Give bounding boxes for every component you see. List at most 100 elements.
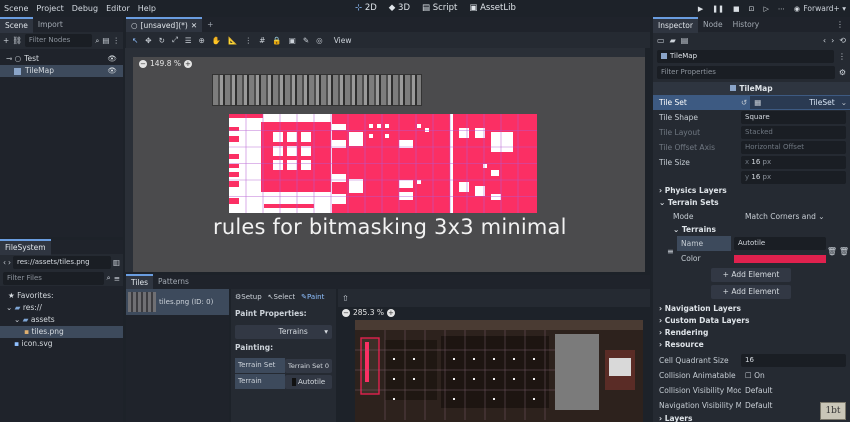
tab-node[interactable]: Node (698, 18, 728, 32)
filter-nodes-input[interactable]: Filter Nodes (24, 34, 93, 47)
view-menu[interactable]: View (334, 36, 352, 45)
path-field[interactable]: res://assets/tiles.png (13, 255, 111, 269)
open-folder-icon[interactable]: ▰ (670, 36, 676, 45)
tile-atlas-view[interactable] (355, 320, 643, 422)
terrain-mode-select[interactable]: Match Corners and ⌄ (741, 209, 850, 224)
object-path-field[interactable]: TileMap (657, 49, 834, 63)
scale-tool-icon[interactable]: ⤢ (172, 35, 178, 45)
file-tiles-png[interactable]: ▪ tiles.png (0, 326, 123, 338)
new-resource-icon[interactable]: ▭ (657, 36, 665, 45)
filter-properties-input[interactable]: Filter Properties (657, 65, 835, 79)
delete-icon[interactable]: 🗑 (838, 247, 850, 256)
link-icon[interactable]: ⛓ (12, 36, 22, 45)
tab-history[interactable]: History (728, 18, 765, 32)
script-icon[interactable]: ▤ (102, 36, 109, 45)
cell-quadrant-field[interactable]: 16 (741, 354, 846, 367)
stop-icon[interactable]: ■ (733, 5, 740, 13)
visibility-eye-icon[interactable]: 👁 (107, 53, 117, 65)
visibility-eye-icon[interactable]: 👁 (107, 65, 117, 77)
tab-filesystem[interactable]: FileSystem (0, 239, 51, 255)
select-tool-icon[interactable]: ↖ (132, 36, 138, 45)
zoom-out-icon[interactable]: − (139, 59, 147, 68)
section-terrain-sets[interactable]: ⌄ Terrain Sets (653, 197, 850, 209)
tab-inspector[interactable]: Inspector (653, 16, 698, 33)
history-list-icon[interactable]: ⟲ (839, 36, 846, 45)
snap-icon[interactable]: ⋮ (245, 36, 253, 45)
mode-assetlib-button[interactable]: ▣ AssetLib (469, 0, 515, 17)
section-terrains[interactable]: ⌄ Terrains (653, 224, 850, 236)
lock-icon[interactable]: 🔒 (272, 36, 281, 45)
settings-icon[interactable]: ⚙ (839, 68, 846, 77)
sort-icon[interactable]: ≡ (114, 274, 120, 283)
atlas-zoom-level[interactable]: 285.3 % (353, 308, 384, 317)
camera-icon[interactable]: ◎ (316, 36, 323, 45)
section-physics-layers[interactable]: › Physics Layers (653, 185, 850, 197)
forward-icon[interactable]: › (8, 258, 11, 267)
search-icon[interactable]: ⌕ (107, 273, 111, 283)
history-forward-icon[interactable]: › (831, 36, 834, 45)
terrain-set-select[interactable]: Terrain Set 0 (285, 358, 332, 373)
section-rendering[interactable]: › Rendering (653, 327, 850, 339)
grid-snap-icon[interactable]: # (259, 36, 265, 45)
tree-item-test[interactable]: ⊸ ○ Test 👁 (0, 53, 123, 65)
zoom-level[interactable]: 149.8 % (150, 59, 181, 68)
more-icon[interactable]: ⋮ (836, 20, 844, 29)
terrain-select[interactable]: Autotile (285, 374, 332, 389)
menu-help[interactable]: Help (134, 0, 160, 17)
paint-tool[interactable]: ✎Paint (301, 293, 324, 301)
movie-icon[interactable]: ◉ (794, 5, 800, 13)
drag-handle-icon[interactable]: ≡ (667, 247, 677, 256)
tab-unsaved-scene[interactable]: ○ [unsaved](*) ✕ (126, 16, 203, 33)
terrain-name-field[interactable]: Autotile (734, 237, 826, 250)
zoom-in-icon[interactable]: + (183, 59, 192, 68)
bone-icon[interactable]: ✎ (303, 36, 309, 45)
tile-offset-select[interactable]: Horizontal Offset (741, 141, 846, 154)
ruler-tool-icon[interactable]: 📐 (228, 36, 237, 45)
terrain-color-swatch[interactable] (734, 254, 826, 263)
move-tool-icon[interactable]: ✥ (145, 36, 151, 45)
renderer-select[interactable]: Forward+ ▾ (803, 0, 846, 17)
paint-mode-select[interactable]: Terrains ▾ (235, 325, 332, 339)
history-back-icon[interactable]: ‹ (823, 36, 826, 45)
delete-icon[interactable]: 🗑 (826, 247, 838, 256)
zoom-in-icon[interactable]: + (386, 308, 395, 317)
tile-size-y-field[interactable]: y 16 px (741, 171, 846, 184)
tab-scene[interactable]: Scene (0, 16, 33, 33)
more-icon[interactable]: ⋮ (113, 36, 121, 45)
tab-tiles[interactable]: Tiles (126, 274, 154, 290)
object-menu-icon[interactable]: ⋮ (838, 52, 846, 61)
source-item[interactable]: tiles.png (ID: 0) (126, 289, 229, 315)
collision-visibility-select[interactable]: Default (741, 383, 850, 398)
add-tab-button[interactable]: + (202, 18, 218, 32)
remote-debug-icon[interactable]: ⊡ (749, 5, 755, 13)
menu-editor[interactable]: Editor (102, 0, 134, 17)
menu-debug[interactable]: Debug (68, 0, 102, 17)
section-custom-data-layers[interactable]: › Custom Data Layers (653, 315, 850, 327)
add-node-icon[interactable]: + (3, 36, 9, 45)
revert-icon[interactable]: ↺ (741, 95, 747, 110)
tile-layout-select[interactable]: Stacked (741, 126, 846, 139)
mode-script-button[interactable]: ▤ Script (422, 0, 457, 17)
menu-scene[interactable]: Scene (0, 0, 32, 17)
file-icon-svg[interactable]: ▪ icon.svg (0, 338, 123, 350)
select-tool[interactable]: ↖Select (268, 293, 295, 301)
mode-2d-button[interactable]: ⊹ 2D (355, 0, 377, 17)
group-icon[interactable]: ▣ (289, 36, 296, 45)
pan-tool-icon[interactable]: ✋ (212, 36, 221, 45)
filter-files-input[interactable]: Filter Files (3, 271, 104, 285)
tile-size-x-field[interactable]: x 16 px (741, 156, 846, 169)
play-custom-icon[interactable]: ⋯ (778, 5, 785, 13)
tileset-resource-field[interactable]: ▦ TileSet ⌄ (750, 96, 850, 109)
split-view-icon[interactable]: ▥ (113, 258, 120, 267)
pause-icon[interactable]: ❚❚ (712, 5, 724, 13)
tab-patterns[interactable]: Patterns (153, 275, 194, 289)
search-icon[interactable]: ⌕ (95, 36, 99, 46)
favorites-item[interactable]: ★ Favorites: (0, 290, 123, 302)
setup-tool[interactable]: ⚙Setup (235, 293, 262, 301)
collision-animatable-checkbox[interactable]: ☐ On (741, 368, 850, 383)
tree-item-tilemap[interactable]: TileMap 👁 (0, 65, 123, 77)
picker-icon[interactable]: ⇧ (342, 294, 349, 303)
pivot-icon[interactable]: ⊕ (199, 36, 205, 45)
close-icon[interactable]: ✕ (191, 19, 197, 33)
tile-shape-select[interactable]: Square (741, 111, 846, 124)
